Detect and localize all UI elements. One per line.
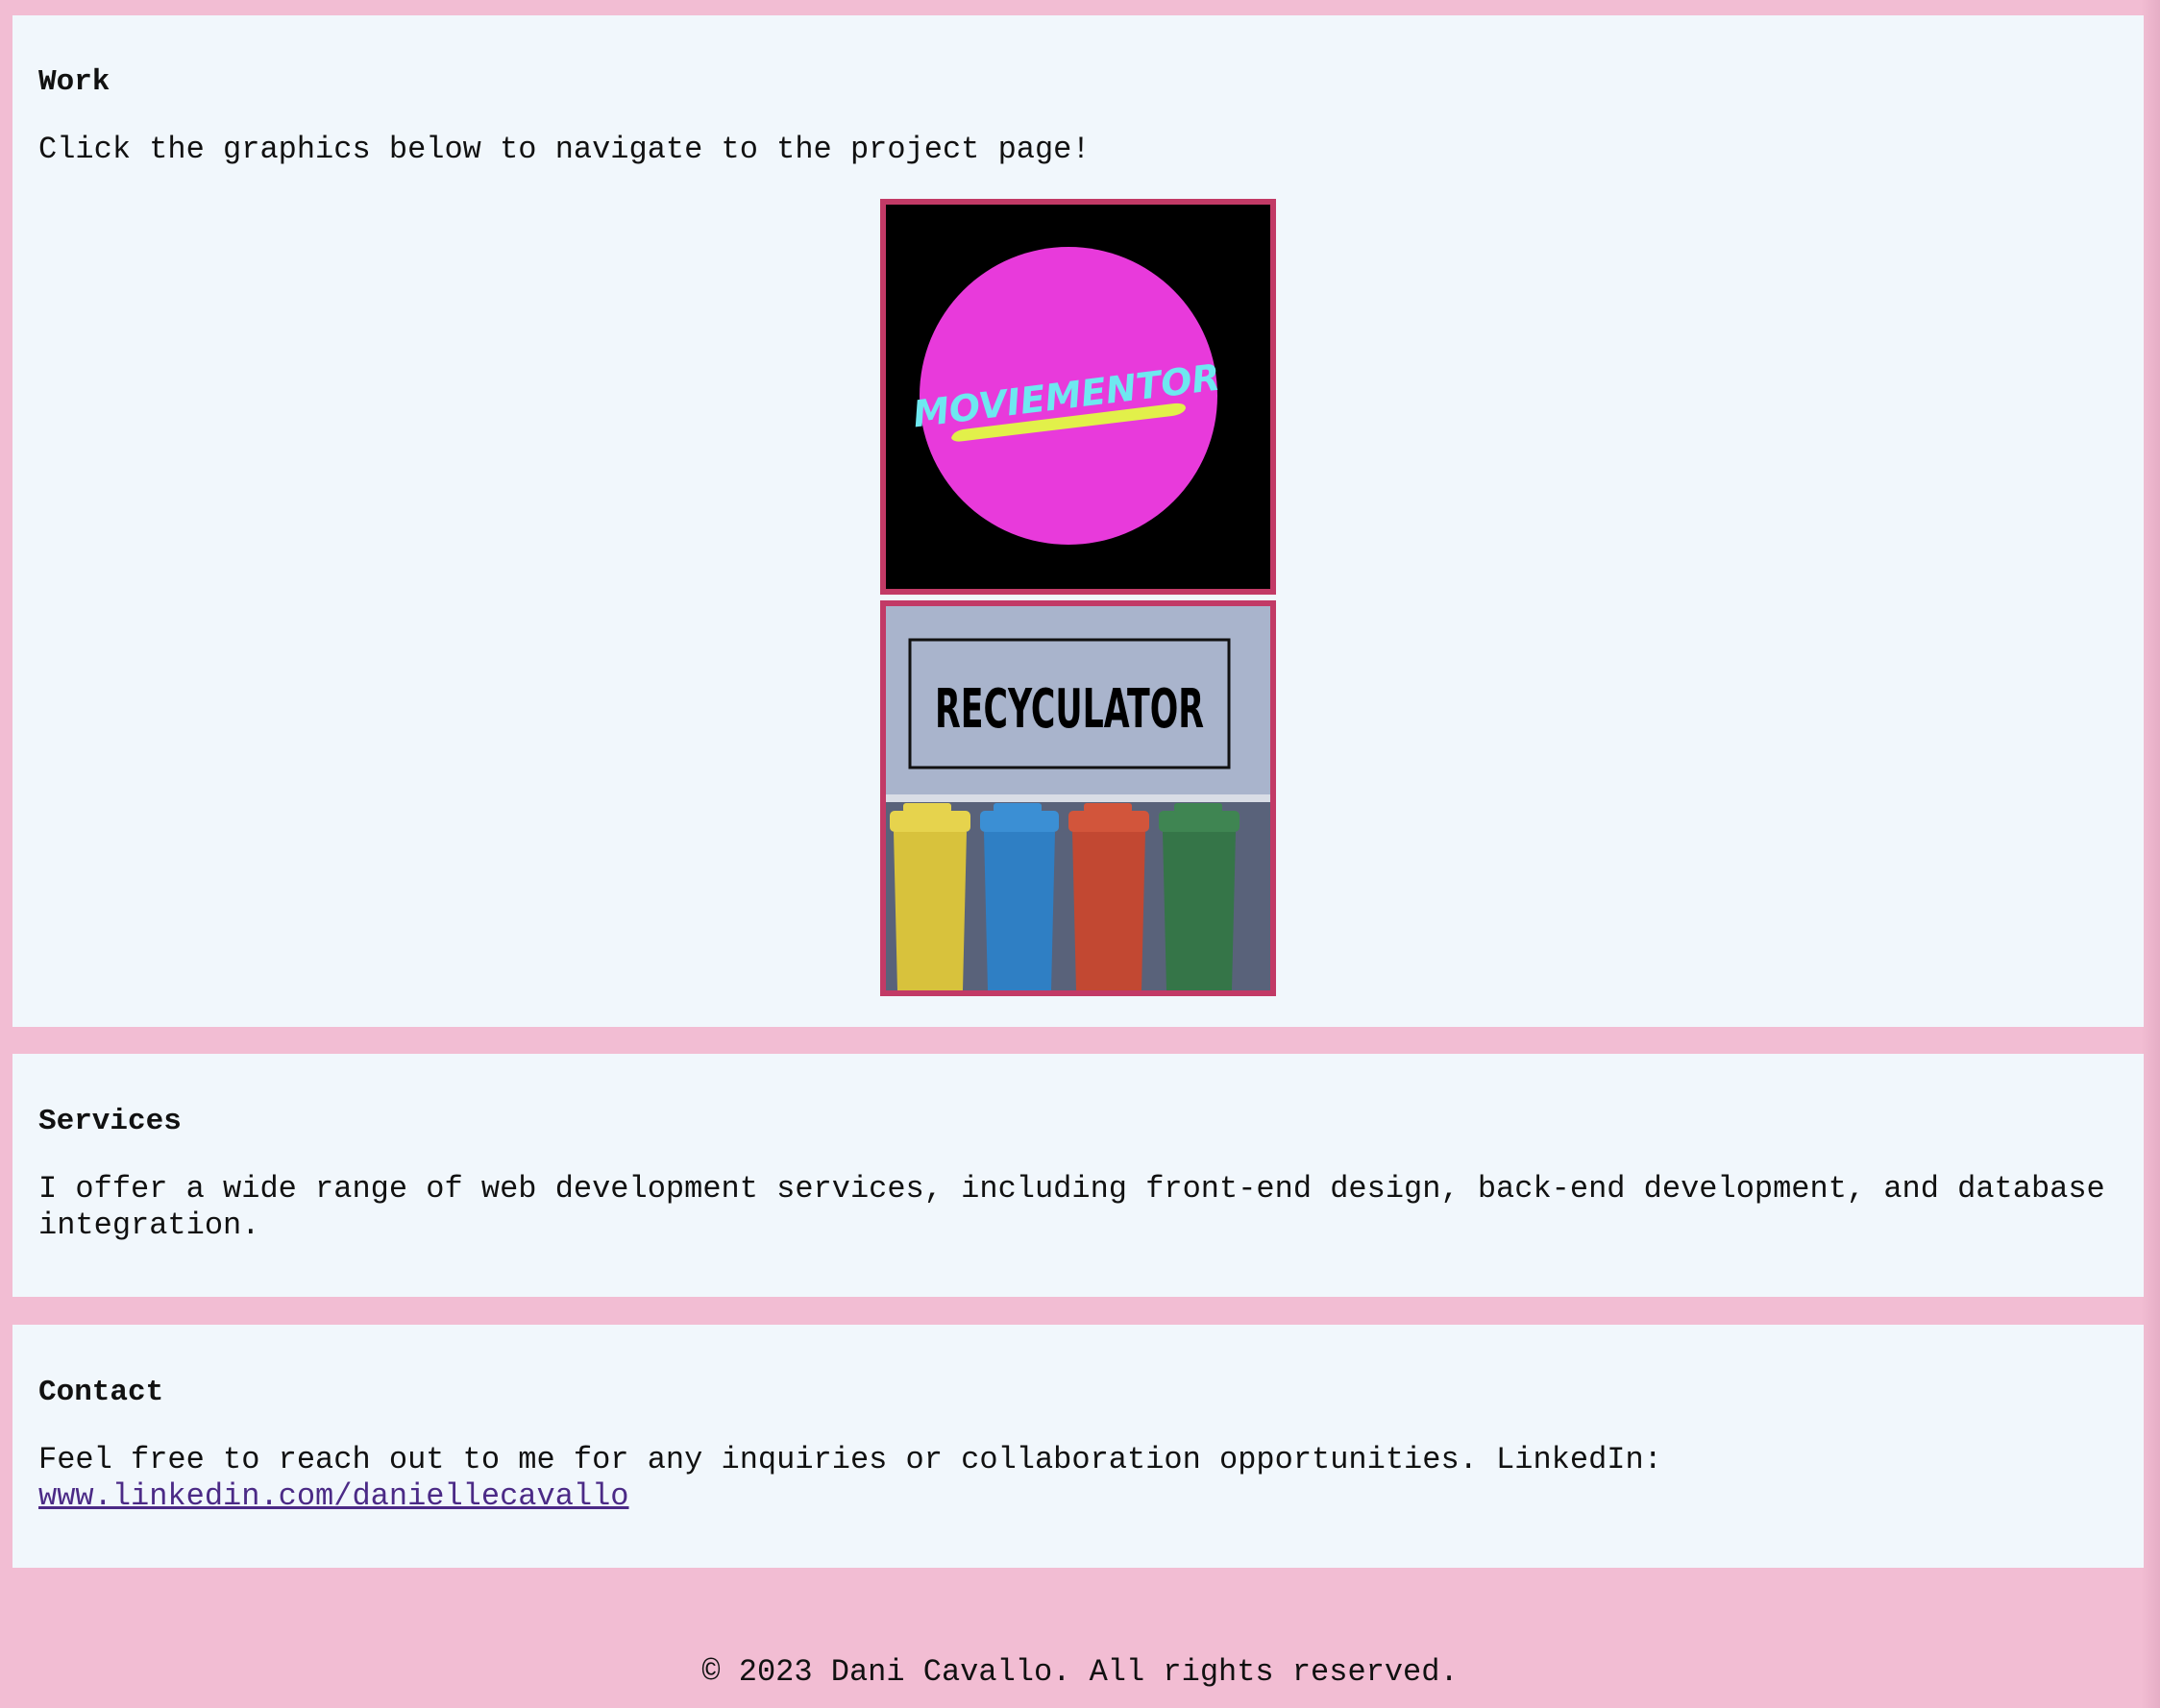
contact-message: Feel free to reach out to me for any inq… [38, 1442, 1662, 1477]
recyculator-image: RECYCULATOR [886, 606, 1270, 990]
footer-copyright: © 2023 Dani Cavallo. All rights reserved… [701, 1654, 1459, 1690]
contact-section: Contact Feel free to reach out to me for… [12, 1325, 2144, 1568]
contact-heading: Contact [38, 1376, 164, 1409]
page-edge-shadow [2141, 0, 2160, 1708]
services-heading: Services [38, 1105, 182, 1138]
project-tile-moviementor[interactable]: MOVIEMENTOR [880, 199, 1276, 595]
services-section: Services I offer a wide range of web dev… [12, 1054, 2144, 1297]
moviementor-logo-image: MOVIEMENTOR [886, 205, 1270, 589]
contact-text: Feel free to reach out to me for any inq… [38, 1442, 2118, 1515]
project-tile-recyculator[interactable]: RECYCULATOR [880, 600, 1276, 996]
services-text: I offer a wide range of web development … [38, 1171, 2105, 1243]
work-heading: Work [38, 65, 110, 99]
work-intro: Click the graphics below to navigate to … [38, 132, 1091, 167]
linkedin-link[interactable]: www.linkedin.com/daniellecavallo [38, 1478, 629, 1514]
project-gallery: MOVIEMENTOR RECYCULATOR [880, 199, 1276, 996]
recyculator-logo-text: RECYCULATOR [935, 678, 1204, 741]
work-section: Work Click the graphics below to navigat… [12, 15, 2144, 1027]
